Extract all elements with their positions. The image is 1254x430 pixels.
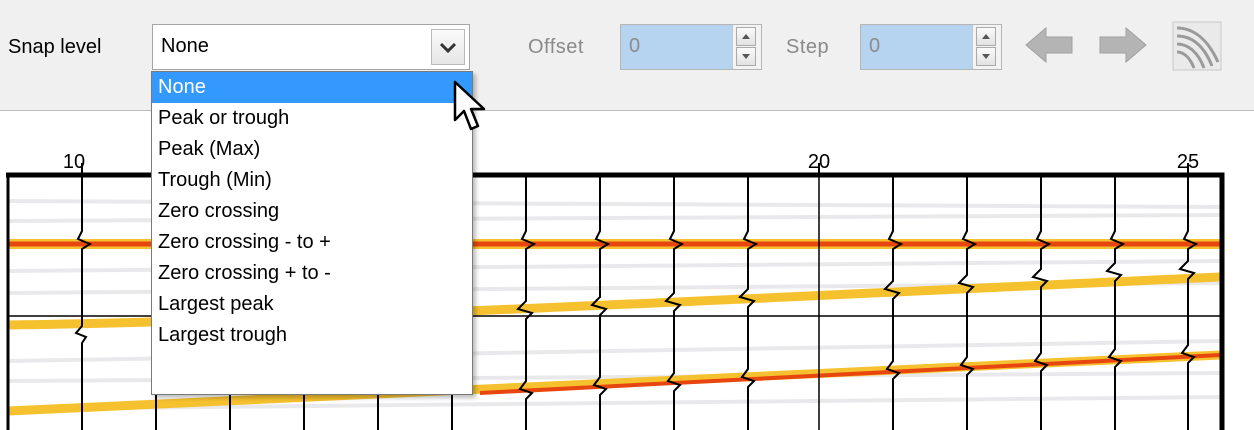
spin-up-icon[interactable] [736, 27, 756, 46]
next-button[interactable] [1094, 16, 1152, 74]
wiggle-display-button[interactable] [1168, 16, 1226, 74]
snap-level-label: Snap level [8, 36, 102, 58]
arrow-left-icon [1025, 26, 1073, 64]
snap-option-none[interactable]: None [152, 72, 472, 103]
previous-button[interactable] [1020, 16, 1078, 74]
offset-label: Offset [528, 36, 584, 58]
snap-option-zero-crossing-pos-to-neg[interactable]: Zero crossing + to - [152, 258, 472, 289]
snap-level-value: None [161, 35, 209, 57]
spin-up-icon[interactable] [976, 27, 996, 46]
step-label: Step [786, 36, 830, 58]
snap-option-largest-peak[interactable]: Largest peak [152, 289, 472, 320]
step-spinbox[interactable]: 0 [860, 24, 1002, 70]
snap-option-peak-max[interactable]: Peak (Max) [152, 134, 472, 165]
snap-option-largest-trough[interactable]: Largest trough [152, 320, 472, 351]
mouse-pointer-icon [453, 80, 486, 131]
spin-down-icon[interactable] [976, 47, 996, 66]
chevron-down-icon[interactable] [431, 29, 465, 65]
snap-level-combobox[interactable]: None [152, 24, 470, 70]
offset-value: 0 [629, 35, 641, 57]
snap-option-peak-or-trough[interactable]: Peak or trough [152, 103, 472, 134]
step-value: 0 [869, 35, 881, 57]
snap-option-trough-min[interactable]: Trough (Min) [152, 165, 472, 196]
step-spin-buttons [972, 25, 1001, 69]
offset-spinbox[interactable]: 0 [620, 24, 762, 70]
snap-option-zero-crossing[interactable]: Zero crossing [152, 196, 472, 227]
offset-spin-buttons [732, 25, 761, 69]
wiggle-traces-icon [1172, 21, 1222, 71]
snap-level-dropdown-list: None Peak or trough Peak (Max) Trough (M… [151, 71, 473, 395]
spin-down-icon[interactable] [736, 47, 756, 66]
arrow-right-icon [1099, 26, 1147, 64]
snap-option-zero-crossing-neg-to-pos[interactable]: Zero crossing - to + [152, 227, 472, 258]
